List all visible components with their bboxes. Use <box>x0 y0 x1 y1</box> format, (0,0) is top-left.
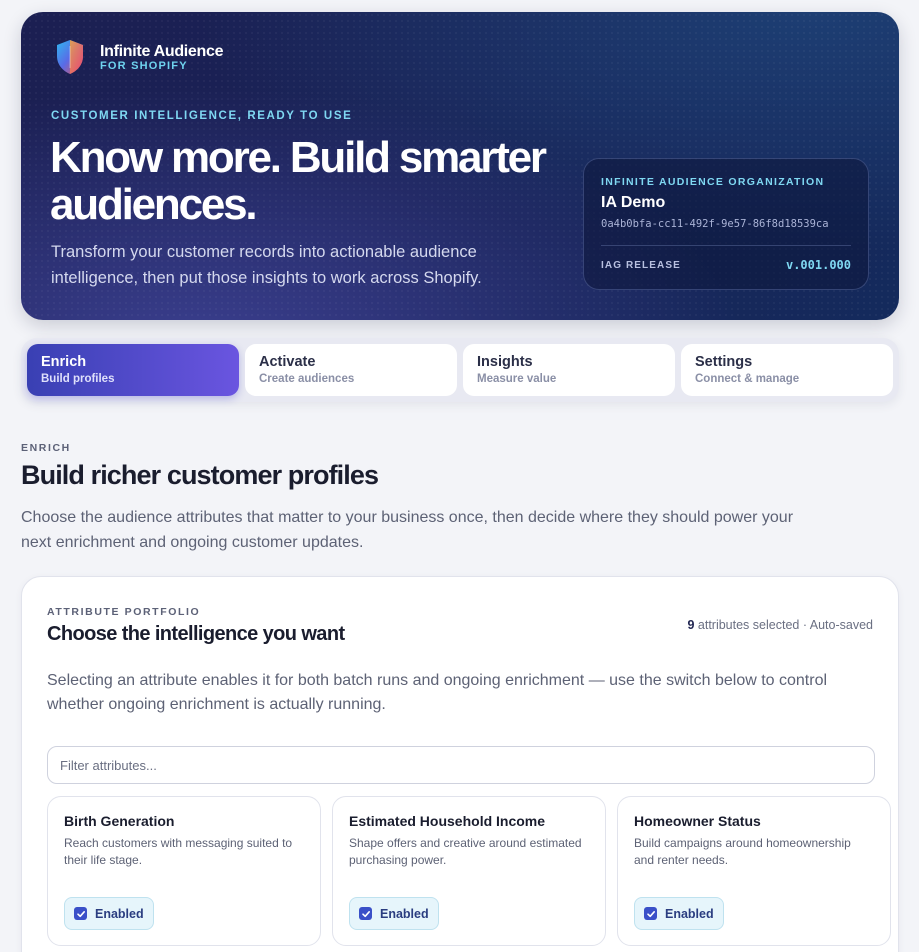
attribute-portfolio-panel: ATTRIBUTE PORTFOLIO Choose the intellige… <box>21 576 899 952</box>
attribute-cards: Birth Generation Reach customers with me… <box>47 796 891 946</box>
hero-description: Transform your customer records into act… <box>51 243 482 287</box>
tab-insights[interactable]: Insights Measure value <box>463 344 675 396</box>
section-eyebrow: ENRICH <box>21 442 71 454</box>
organization-id: 0a4b0bfa-cc11-492f-9e57-86f8d18539ca <box>601 218 829 230</box>
panel-title: Choose the intelligence you want <box>47 623 345 645</box>
enabled-toggle[interactable]: Enabled <box>634 897 724 930</box>
attribute-title: Birth Generation <box>64 813 175 829</box>
attribute-description: Shape offers and creative around estimat… <box>349 836 582 867</box>
tab-title: Activate <box>259 354 316 370</box>
release-label: IAG RELEASE <box>601 260 681 271</box>
main-tabs: Enrich Build profiles Activate Create au… <box>21 338 899 402</box>
filter-attributes-input[interactable] <box>47 746 875 784</box>
divider <box>601 245 851 246</box>
attribute-card-birth-generation[interactable]: Birth Generation Reach customers with me… <box>47 796 321 946</box>
attribute-card-household-income[interactable]: Estimated Household Income Shape offers … <box>332 796 606 946</box>
section-description: Choose the audience attributes that matt… <box>21 509 794 551</box>
tab-subtitle: Create audiences <box>259 373 355 385</box>
panel-eyebrow: ATTRIBUTE PORTFOLIO <box>47 606 201 618</box>
attribute-title: Estimated Household Income <box>349 813 546 829</box>
tab-enrich[interactable]: Enrich Build profiles <box>27 344 239 396</box>
section-title: Build richer customer profiles <box>21 460 379 490</box>
panel-description: Selecting an attribute enables it for bo… <box>47 672 828 713</box>
brand-name: Infinite Audience <box>100 42 224 60</box>
toggle-label: Enabled <box>665 906 714 921</box>
attribute-title: Homeowner Status <box>634 813 761 829</box>
selected-text: attributes selected · Auto-saved <box>694 618 873 632</box>
tab-subtitle: Build profiles <box>41 373 115 385</box>
organization-name: IA Demo <box>601 194 666 211</box>
tab-subtitle: Measure value <box>477 373 557 385</box>
tab-title: Insights <box>477 354 533 370</box>
checkmark-icon <box>359 907 372 920</box>
enabled-toggle[interactable]: Enabled <box>64 897 154 930</box>
tab-settings[interactable]: Settings Connect & manage <box>681 344 893 396</box>
checkmark-icon <box>644 907 657 920</box>
organization-card: INFINITE AUDIENCE ORGANIZATION IA Demo 0… <box>583 158 869 290</box>
toggle-label: Enabled <box>95 906 144 921</box>
brand-subtitle: FOR SHOPIFY <box>100 59 188 72</box>
hero-title: Know more. Build smarter audiences. <box>50 133 547 229</box>
release-version: v.001.000 <box>785 258 851 272</box>
tab-title: Enrich <box>41 354 87 370</box>
shield-logo-icon <box>57 40 83 74</box>
toggle-label: Enabled <box>380 906 429 921</box>
checkmark-icon <box>74 907 87 920</box>
tab-title: Settings <box>695 354 753 370</box>
tab-activate[interactable]: Activate Create audiences <box>245 344 457 396</box>
hero-eyebrow: CUSTOMER INTELLIGENCE, READY TO USE <box>51 110 353 122</box>
tab-subtitle: Connect & manage <box>695 373 800 385</box>
attribute-description: Build campaigns around homeownership and… <box>634 836 851 867</box>
selection-status: 9 attributes selected · Auto-saved <box>687 618 873 632</box>
attribute-card-homeowner-status[interactable]: Homeowner Status Build campaigns around … <box>617 796 891 946</box>
brand[interactable]: Infinite Audience FOR SHOPIFY <box>54 38 224 76</box>
organization-label: INFINITE AUDIENCE ORGANIZATION <box>601 176 825 188</box>
enabled-toggle[interactable]: Enabled <box>349 897 439 930</box>
hero-banner: Infinite Audience FOR SHOPIFY CUSTOMER I… <box>21 12 899 320</box>
attribute-description: Reach customers with messaging suited to… <box>64 836 293 867</box>
